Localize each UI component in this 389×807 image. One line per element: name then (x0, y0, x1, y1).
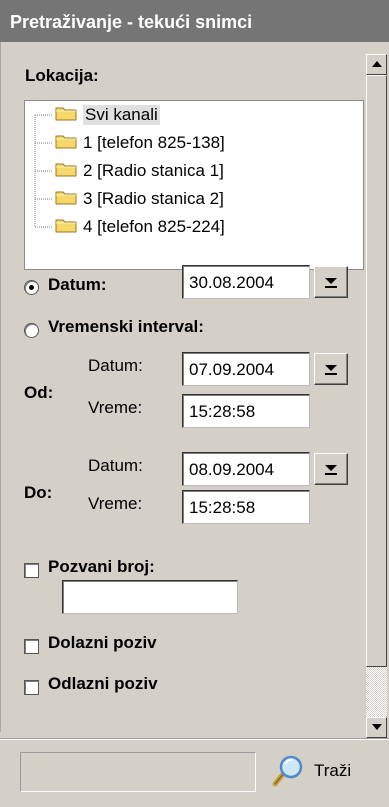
folder-icon (55, 217, 77, 238)
folder-icon (55, 105, 77, 126)
incoming-label[interactable]: Dolazni poziv (48, 633, 157, 653)
folder-icon (55, 189, 77, 210)
date-field[interactable]: 30.08.2004 (182, 265, 310, 299)
called-number-label[interactable]: Pozvani broj: (48, 557, 155, 577)
search-button-label: Traži (314, 761, 352, 780)
date-radio-label[interactable]: Datum: (48, 275, 107, 295)
from-date-dropdown-button[interactable] (314, 353, 348, 385)
vertical-scrollbar[interactable] (366, 54, 387, 738)
location-label: Lokacija: (25, 66, 99, 85)
to-time-field[interactable]: 15:28:58 (182, 490, 310, 524)
magnifier-icon (272, 755, 303, 787)
outgoing-checkbox[interactable] (24, 680, 39, 695)
chevron-down-icon (325, 278, 337, 288)
to-time-label: Vreme: (88, 494, 143, 513)
from-label: Od: (24, 383, 54, 402)
to-date-dropdown-button[interactable] (314, 453, 348, 485)
status-field (20, 752, 256, 792)
outgoing-label[interactable]: Odlazni poziv (48, 674, 158, 694)
radio-dot (29, 285, 34, 290)
location-tree-item[interactable]: Svi kanali (55, 103, 160, 127)
called-number-input[interactable] (62, 580, 238, 614)
location-tree-item-label: 1 [telefon 825-138] (83, 133, 225, 152)
location-tree-item-label: 2 [Radio stanica 1] (83, 161, 224, 180)
to-label: Do: (24, 483, 53, 502)
search-button[interactable]: Traži (270, 748, 382, 794)
from-time-label: Vreme: (88, 398, 143, 417)
scroll-down-button[interactable] (366, 717, 387, 738)
called-number-checkbox[interactable] (24, 563, 39, 578)
location-tree-item-label: 3 [Radio stanica 2] (83, 189, 224, 208)
to-date-label: Datum: (88, 456, 143, 475)
location-tree-item[interactable]: 4 [telefon 825-224] (55, 215, 225, 239)
folder-icon (55, 133, 77, 154)
window-title: Pretraživanje - tekući snimci (0, 0, 389, 42)
date-radio[interactable] (24, 280, 39, 295)
location-tree[interactable]: Svi kanali 1 [telefon 825-138] 2 [Radio st… (24, 100, 364, 270)
scroll-up-button[interactable] (366, 54, 387, 75)
arrow-down-icon (371, 724, 382, 730)
location-tree-item-label: 4 [telefon 825-224] (83, 217, 225, 236)
scrollbar-thumb[interactable] (366, 75, 387, 667)
folder-icon (55, 161, 77, 182)
interval-radio-label[interactable]: Vremenski interval: (48, 317, 204, 337)
location-tree-item[interactable]: 3 [Radio stanica 2] (55, 187, 224, 211)
date-dropdown-button[interactable] (314, 266, 348, 298)
scrollbar-track[interactable] (366, 667, 387, 717)
from-time-field[interactable]: 15:28:58 (182, 394, 310, 428)
interval-radio[interactable] (24, 323, 39, 338)
chevron-down-icon (325, 365, 337, 375)
chevron-down-icon (325, 465, 337, 475)
location-tree-item[interactable]: 2 [Radio stanica 1] (55, 159, 224, 183)
to-date-field[interactable]: 08.09.2004 (182, 452, 310, 486)
incoming-checkbox[interactable] (24, 639, 39, 654)
footer-divider (0, 738, 389, 740)
location-tree-item-label: Svi kanali (83, 105, 160, 125)
arrow-up-icon (371, 61, 382, 67)
from-date-label: Datum: (88, 356, 143, 375)
location-tree-item[interactable]: 1 [telefon 825-138] (55, 131, 225, 155)
from-date-field[interactable]: 07.09.2004 (182, 352, 310, 386)
